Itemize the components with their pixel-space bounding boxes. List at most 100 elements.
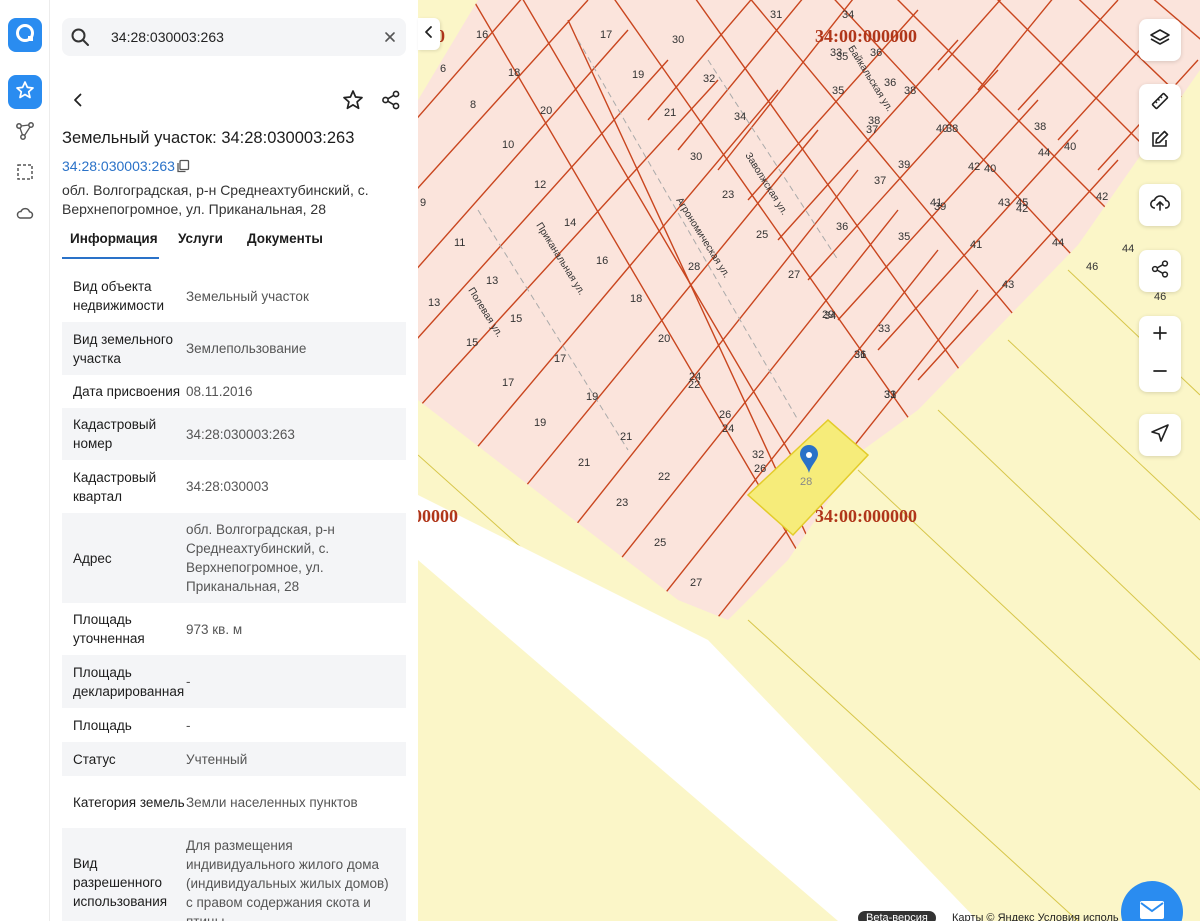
info-key: Адрес [73, 550, 112, 566]
chevron-left-icon [423, 25, 435, 44]
upload-button[interactable] [1139, 184, 1181, 226]
parcel-number: 30 [672, 34, 684, 46]
parcel-number: 19 [586, 391, 598, 403]
search-input[interactable]: 34:28:030003:263 [111, 29, 224, 45]
parcel-number: 41 [930, 197, 942, 209]
favorite-icon [342, 89, 364, 116]
share-map-icon [1150, 259, 1170, 284]
parcel-number: 43 [998, 197, 1010, 209]
parcel-number: 21 [664, 107, 676, 119]
zoom-out-icon[interactable] [1151, 362, 1169, 385]
info-value: Для размещения индивидуального жилого до… [186, 838, 389, 921]
parcel-number: 40 [1064, 141, 1076, 153]
parcel-number: 17 [502, 377, 514, 389]
parcel-number: 18 [630, 293, 642, 305]
object-address: обл. Волгоградская, р-н Среднеахтубински… [62, 182, 369, 217]
back-icon [70, 92, 86, 113]
beta-badge: Beta-версия [858, 911, 936, 921]
zoom-in-icon[interactable] [1151, 324, 1169, 347]
info-value: Земли населенных пунктов [186, 794, 358, 810]
parcel-number: 44 [1052, 237, 1064, 249]
rail-selection-button[interactable] [8, 157, 42, 191]
rail-favorites-button[interactable] [8, 75, 42, 109]
info-value: Учтенный [186, 751, 248, 767]
search-bar[interactable]: 34:28:030003:263 [62, 18, 406, 56]
parcel-number: 33 [830, 47, 842, 59]
parcel-number: 28 [688, 261, 700, 273]
rail-cloud-button[interactable] [8, 198, 42, 232]
parcel-number: 38 [868, 115, 880, 127]
parcel-number: 36 [870, 47, 882, 59]
parcel-number: 20 [540, 105, 552, 117]
info-key: Категория земель [73, 794, 185, 810]
back-button[interactable] [66, 90, 90, 114]
favorite-button[interactable] [340, 89, 366, 115]
selection-icon [15, 162, 35, 187]
parcel-number: 26 [719, 409, 731, 421]
info-row: Категория земель Земли населенных пункто… [62, 776, 406, 828]
parcel-number: 38 [904, 85, 916, 97]
info-row: Адрес обл. Волгоградская, р-н Среднеахту… [62, 513, 406, 603]
parcel-number: 42 [1096, 191, 1108, 203]
collapse-panel-button[interactable] [418, 18, 440, 50]
ruler-icon[interactable] [1150, 91, 1170, 116]
info-value: 34:28:030003 [186, 479, 269, 494]
upload-icon [1149, 192, 1171, 219]
info-key: Вид разрешенного использования [73, 856, 168, 909]
info-value: 973 кв. м [186, 621, 243, 637]
active-tab-indicator [62, 257, 159, 259]
parcel-number: 27 [690, 577, 702, 589]
parcel-number: 9 [420, 197, 426, 209]
locate-button[interactable] [1139, 414, 1181, 456]
parcel-number: 13 [486, 275, 498, 287]
tab-services[interactable]: Услуги [178, 231, 223, 246]
parcel-number: 39 [898, 159, 910, 171]
info-row: Дата присвоения 08.11.2016 [62, 375, 406, 408]
app-logo[interactable] [8, 18, 42, 52]
copy-icon[interactable] [176, 159, 190, 178]
parcel-number: 36 [836, 221, 848, 233]
info-key: Площадь уточненная [73, 612, 145, 646]
parcel-number: 26 [754, 463, 766, 475]
mail-icon [1138, 899, 1166, 921]
parcel-number: 20 [658, 333, 670, 345]
selected-parcel-label: 28 [800, 476, 812, 488]
parcel-number: 23 [722, 189, 734, 201]
share-map-button[interactable] [1139, 250, 1181, 292]
parcel-number: 10 [502, 139, 514, 151]
info-row: Статус Учтенный [62, 742, 406, 776]
parcel-number: 43 [1002, 279, 1014, 291]
parcel-number: 33 [878, 323, 890, 335]
share-button[interactable] [378, 89, 404, 115]
parcel-number: 34 [824, 310, 836, 322]
parcel-number: 31 [770, 9, 782, 21]
cadastral-number-link[interactable]: 34:28:030003:263 [62, 158, 175, 174]
layers-icon [1149, 27, 1171, 54]
layers-button[interactable] [1139, 19, 1181, 61]
info-panel: 34:28:030003:263 Земельный участок: 34:2… [50, 0, 418, 921]
parcel-number: 16 [596, 255, 608, 267]
parcel-number: 21 [578, 457, 590, 469]
parcel-number: 35 [898, 231, 910, 243]
parcel-number: 46 [1154, 291, 1166, 303]
map-canvas[interactable]: 34:00:000000 34:00:000000 :000000 0 Байк… [418, 0, 1200, 921]
tab-information[interactable]: Информация [70, 231, 158, 246]
object-title: Земельный участок: 34:28:030003:263 [62, 129, 355, 147]
info-row: Площадь - [62, 708, 406, 742]
star-icon [15, 80, 35, 105]
parcel-number: 15 [510, 313, 522, 325]
map-attribution[interactable]: Карты © Яндекс Условия исполь [952, 912, 1119, 921]
clear-icon[interactable] [382, 29, 398, 50]
info-row: Вид разрешенного использования Для разме… [62, 828, 406, 921]
info-row: Площадь декларированная - [62, 655, 406, 708]
tab-documents[interactable]: Документы [247, 231, 323, 246]
parcel-number: 36 [884, 77, 896, 89]
parcel-number: 38 [1034, 121, 1046, 133]
rail-route-button[interactable] [8, 116, 42, 150]
info-value: Земельный участок [186, 288, 309, 304]
edit-icon[interactable] [1150, 129, 1170, 154]
zone-label: :000000 [418, 506, 458, 526]
info-value: 34:28:030003:263 [186, 426, 295, 442]
cadastral-map[interactable]: 34:00:000000 34:00:000000 :000000 0 Байк… [418, 0, 1200, 921]
parcel-number: 16 [476, 29, 488, 41]
